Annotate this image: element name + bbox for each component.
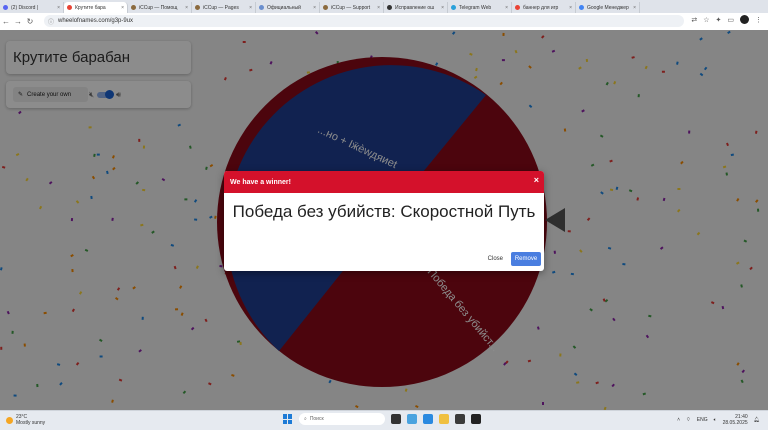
tab-close-icon[interactable]: × bbox=[57, 5, 60, 11]
lang-indicator[interactable]: ENG bbox=[697, 417, 708, 423]
tab-close-icon[interactable]: × bbox=[505, 5, 508, 11]
close-button[interactable]: Close bbox=[488, 256, 503, 262]
tab-close-icon[interactable]: × bbox=[249, 5, 252, 11]
tab-label: iCCup — Support bbox=[331, 4, 371, 11]
dialog-title: We have a winner! bbox=[230, 178, 291, 186]
bookmark-star-icon[interactable]: ☆ bbox=[703, 16, 709, 24]
wifi-icon[interactable]: ⌔ bbox=[686, 417, 691, 423]
browser-tab[interactable]: (2) Discord | × bbox=[0, 2, 64, 13]
back-icon[interactable]: ← bbox=[0, 17, 12, 26]
tab-label: Исправление ош bbox=[395, 4, 435, 11]
game-icon[interactable] bbox=[471, 414, 481, 424]
edge-icon[interactable] bbox=[423, 414, 433, 424]
menu-icon[interactable]: ⋮ bbox=[755, 16, 762, 24]
sidepanel-icon[interactable]: ▭ bbox=[727, 16, 734, 24]
weather-widget[interactable]: 23°C Mostly sunny bbox=[6, 414, 45, 426]
speaker-icon[interactable]: 🔈︎ bbox=[714, 417, 717, 423]
tab-favicon-icon bbox=[67, 5, 72, 10]
extensions-icon[interactable]: ✦ bbox=[716, 16, 722, 24]
browser-tab-bar: (2) Discord | × Крутите бара × iCCup — Помощ… bbox=[0, 0, 768, 13]
browser-toolbar: ← → ↻ ⓘ wheelofnames.com/g3p-9ux ⇄ ☆ ✦ ▭… bbox=[0, 13, 768, 31]
browser-tab[interactable]: Google Менеджер × bbox=[576, 2, 640, 13]
windows-start-icon[interactable] bbox=[283, 414, 293, 424]
lock-icon: ⓘ bbox=[48, 19, 55, 26]
browser-tab[interactable]: Telegram Web × bbox=[448, 2, 512, 13]
remove-button[interactable]: Remove bbox=[511, 252, 541, 266]
translate-icon[interactable]: ⇄ bbox=[691, 16, 697, 24]
winner-dialog: We have a winner! × Победа без убийств: … bbox=[224, 171, 544, 271]
weather-condition: Mostly sunny bbox=[16, 420, 46, 426]
task-view-icon[interactable] bbox=[391, 414, 401, 424]
profile-avatar[interactable] bbox=[740, 15, 749, 24]
page-content: Крутите барабан ✎ Create your own 🔇︎ 🔊︎ … bbox=[0, 30, 768, 410]
browser-tab[interactable]: iCCup — Support × bbox=[320, 2, 384, 13]
browser-tab[interactable]: Исправление ош × bbox=[384, 2, 448, 13]
close-icon[interactable]: × bbox=[534, 175, 539, 185]
tab-close-icon[interactable]: × bbox=[569, 5, 572, 11]
tab-favicon-icon bbox=[259, 5, 264, 10]
taskbar-search[interactable]: ⌕ Поиск bbox=[299, 413, 385, 425]
tab-favicon-icon bbox=[579, 5, 584, 10]
address-bar[interactable]: ⓘ wheelofnames.com/g3p-9ux bbox=[44, 15, 684, 27]
search-icon: ⌕ bbox=[304, 416, 307, 422]
winner-text: Победа без убийств: Скоростной Путь bbox=[232, 202, 536, 221]
tab-close-icon[interactable]: × bbox=[441, 5, 444, 11]
tab-label: (2) Discord | bbox=[11, 4, 39, 11]
dialog-actions: Close Remove bbox=[488, 252, 541, 266]
reload-icon[interactable]: ↻ bbox=[24, 17, 36, 26]
notification-bell-icon[interactable]: 🔔︎ bbox=[754, 417, 760, 423]
clock[interactable]: 21:40 28.05.2025 bbox=[723, 414, 748, 426]
chrome-icon[interactable] bbox=[407, 414, 417, 424]
browser-tab[interactable]: iCCup — Помощ × bbox=[128, 2, 192, 13]
tab-close-icon[interactable]: × bbox=[313, 5, 316, 11]
browser-tab[interactable]: Официальный × bbox=[256, 2, 320, 13]
dialog-header: We have a winner! × bbox=[224, 171, 544, 193]
search-placeholder: Поиск bbox=[309, 416, 324, 422]
tab-label: Google Менеджер bbox=[587, 4, 629, 11]
forward-icon[interactable]: → bbox=[12, 17, 24, 26]
tab-label: Официальный bbox=[267, 4, 301, 11]
tab-label: баннер для игр bbox=[523, 4, 559, 11]
tab-label: iCCup — Pages bbox=[203, 4, 239, 11]
clock-date: 28.05.2025 bbox=[722, 420, 748, 426]
browser-tab[interactable]: Крутите бара × bbox=[64, 2, 128, 13]
tab-close-icon[interactable]: × bbox=[121, 5, 124, 11]
file-explorer-icon[interactable] bbox=[439, 414, 449, 424]
tab-favicon-icon bbox=[451, 5, 456, 10]
tab-label: iCCup — Помощ bbox=[139, 4, 178, 11]
system-tray: ˄ ⌔ ENG 🔈︎ 21:40 28.05.2025 🔔︎ bbox=[677, 414, 760, 426]
url-text: wheelofnames.com/g3p-9ux bbox=[58, 18, 134, 24]
app-icon[interactable] bbox=[455, 414, 465, 424]
chevron-up-icon[interactable]: ˄ bbox=[677, 417, 680, 423]
tab-close-icon[interactable]: × bbox=[633, 5, 636, 11]
sun-icon bbox=[6, 416, 13, 424]
tab-favicon-icon bbox=[515, 5, 520, 10]
tab-favicon-icon bbox=[131, 5, 136, 10]
toolbar-actions: ⇄ ☆ ✦ ▭ ⋮ bbox=[691, 15, 762, 24]
tab-favicon-icon bbox=[3, 5, 8, 10]
taskbar-apps: ⌕ Поиск bbox=[283, 413, 481, 425]
tab-favicon-icon bbox=[387, 5, 392, 10]
tab-label: Telegram Web bbox=[459, 4, 492, 11]
tab-close-icon[interactable]: × bbox=[377, 5, 380, 11]
tab-favicon-icon bbox=[323, 5, 328, 10]
tab-favicon-icon bbox=[195, 5, 200, 10]
windows-taskbar: 23°C Mostly sunny ⌕ Поиск ˄ ⌔ ENG 🔈︎ 21:… bbox=[0, 410, 768, 430]
tab-label: Крутите бара bbox=[75, 4, 106, 11]
browser-tab[interactable]: баннер для игр × bbox=[512, 2, 576, 13]
tab-close-icon[interactable]: × bbox=[185, 5, 188, 11]
browser-tab[interactable]: iCCup — Pages × bbox=[192, 2, 256, 13]
